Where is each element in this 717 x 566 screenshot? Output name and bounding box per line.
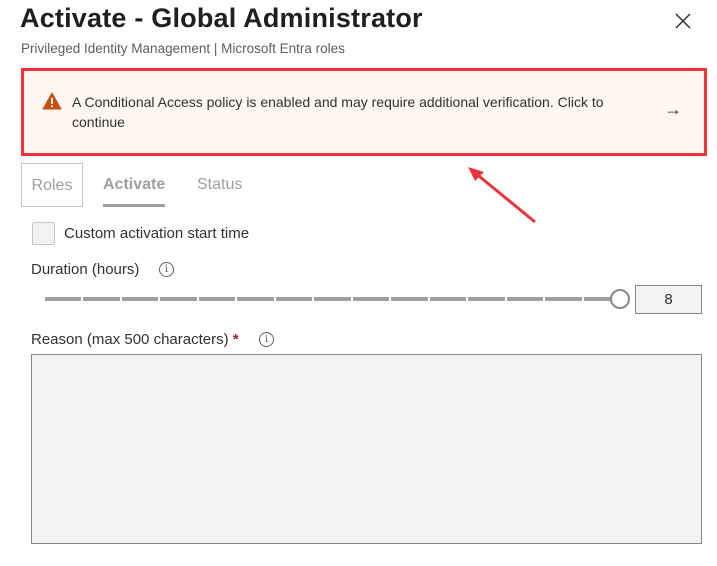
annotation-arrow-icon [468, 167, 536, 224]
page-subtitle: Privileged Identity Management | Microso… [21, 41, 345, 56]
tab-roles[interactable]: Roles [21, 163, 83, 207]
duration-label: Duration (hours) [31, 261, 140, 278]
banner-message: A Conditional Access policy is enabled a… [72, 94, 604, 130]
reason-label: Reason (max 500 characters) * [31, 331, 239, 348]
tab-activate[interactable]: Activate [103, 163, 166, 207]
warning-icon [42, 92, 62, 110]
custom-start-time-label[interactable]: Custom activation start time [64, 225, 249, 242]
page-title: Activate - Global Administrator [20, 3, 423, 33]
reason-label-text: Reason (max 500 characters) [31, 331, 229, 348]
duration-slider-track[interactable] [45, 297, 620, 301]
required-mark: * [232, 331, 239, 348]
conditional-access-banner[interactable]: A Conditional Access policy is enabled a… [21, 68, 707, 156]
info-icon[interactable]: i [259, 332, 274, 347]
arrow-right-icon[interactable]: → [664, 99, 682, 120]
duration-value-input[interactable]: 8 [635, 285, 702, 314]
reason-textarea[interactable] [31, 354, 702, 544]
close-icon[interactable] [672, 10, 694, 32]
custom-start-time-checkbox[interactable] [32, 222, 55, 245]
info-icon[interactable]: i [159, 262, 174, 277]
tab-status[interactable]: Status [197, 163, 242, 207]
duration-slider-thumb[interactable] [610, 289, 630, 309]
